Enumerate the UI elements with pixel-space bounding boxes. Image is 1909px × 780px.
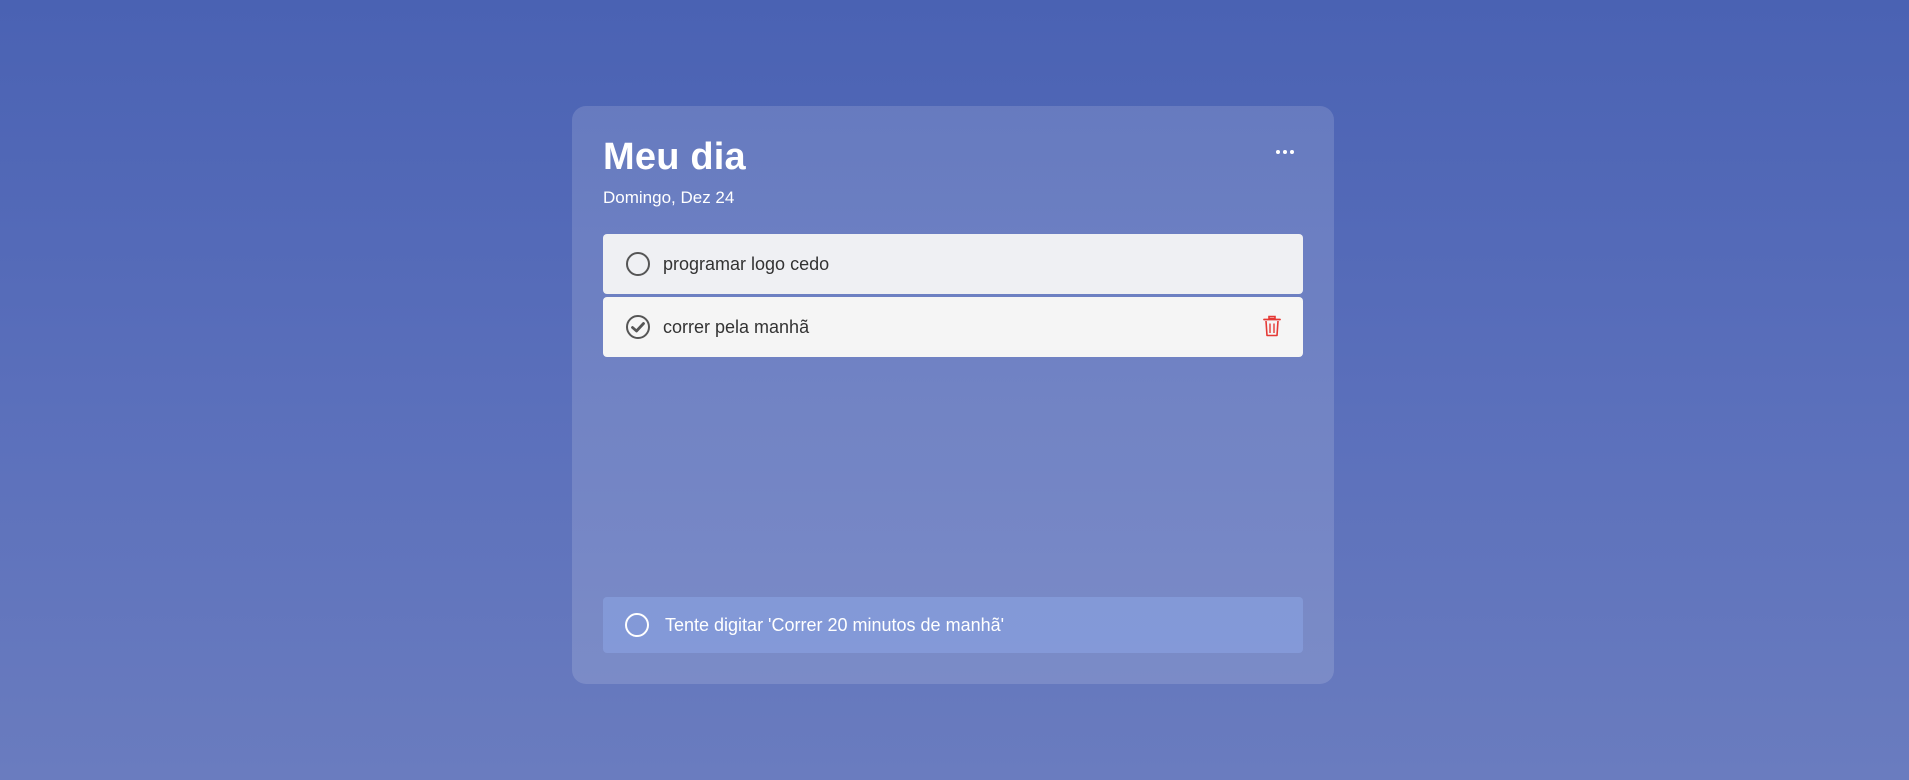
task-item[interactable]: programar logo cedo <box>603 234 1303 294</box>
more-options-button[interactable] <box>1270 140 1300 164</box>
new-task-input[interactable] <box>665 609 1285 641</box>
task-label: correr pela manhã <box>663 317 810 337</box>
more-horizontal-icon <box>1283 150 1287 154</box>
more-horizontal-icon <box>1290 150 1294 154</box>
more-horizontal-icon <box>1276 150 1280 154</box>
circle-icon[interactable] <box>625 251 651 277</box>
trash-icon[interactable] <box>1263 315 1281 337</box>
task-label: programar logo cedo <box>663 254 830 274</box>
check-circle-icon[interactable] <box>625 314 651 340</box>
task-item[interactable]: correr pela manhã <box>603 297 1303 357</box>
circle-icon <box>625 613 649 637</box>
todo-card: Meu dia Domingo, Dez 24 programar logo c… <box>572 106 1334 684</box>
page-date: Domingo, Dez 24 <box>603 188 735 207</box>
add-task-row[interactable] <box>603 597 1303 653</box>
page-title: Meu dia <box>603 136 746 178</box>
